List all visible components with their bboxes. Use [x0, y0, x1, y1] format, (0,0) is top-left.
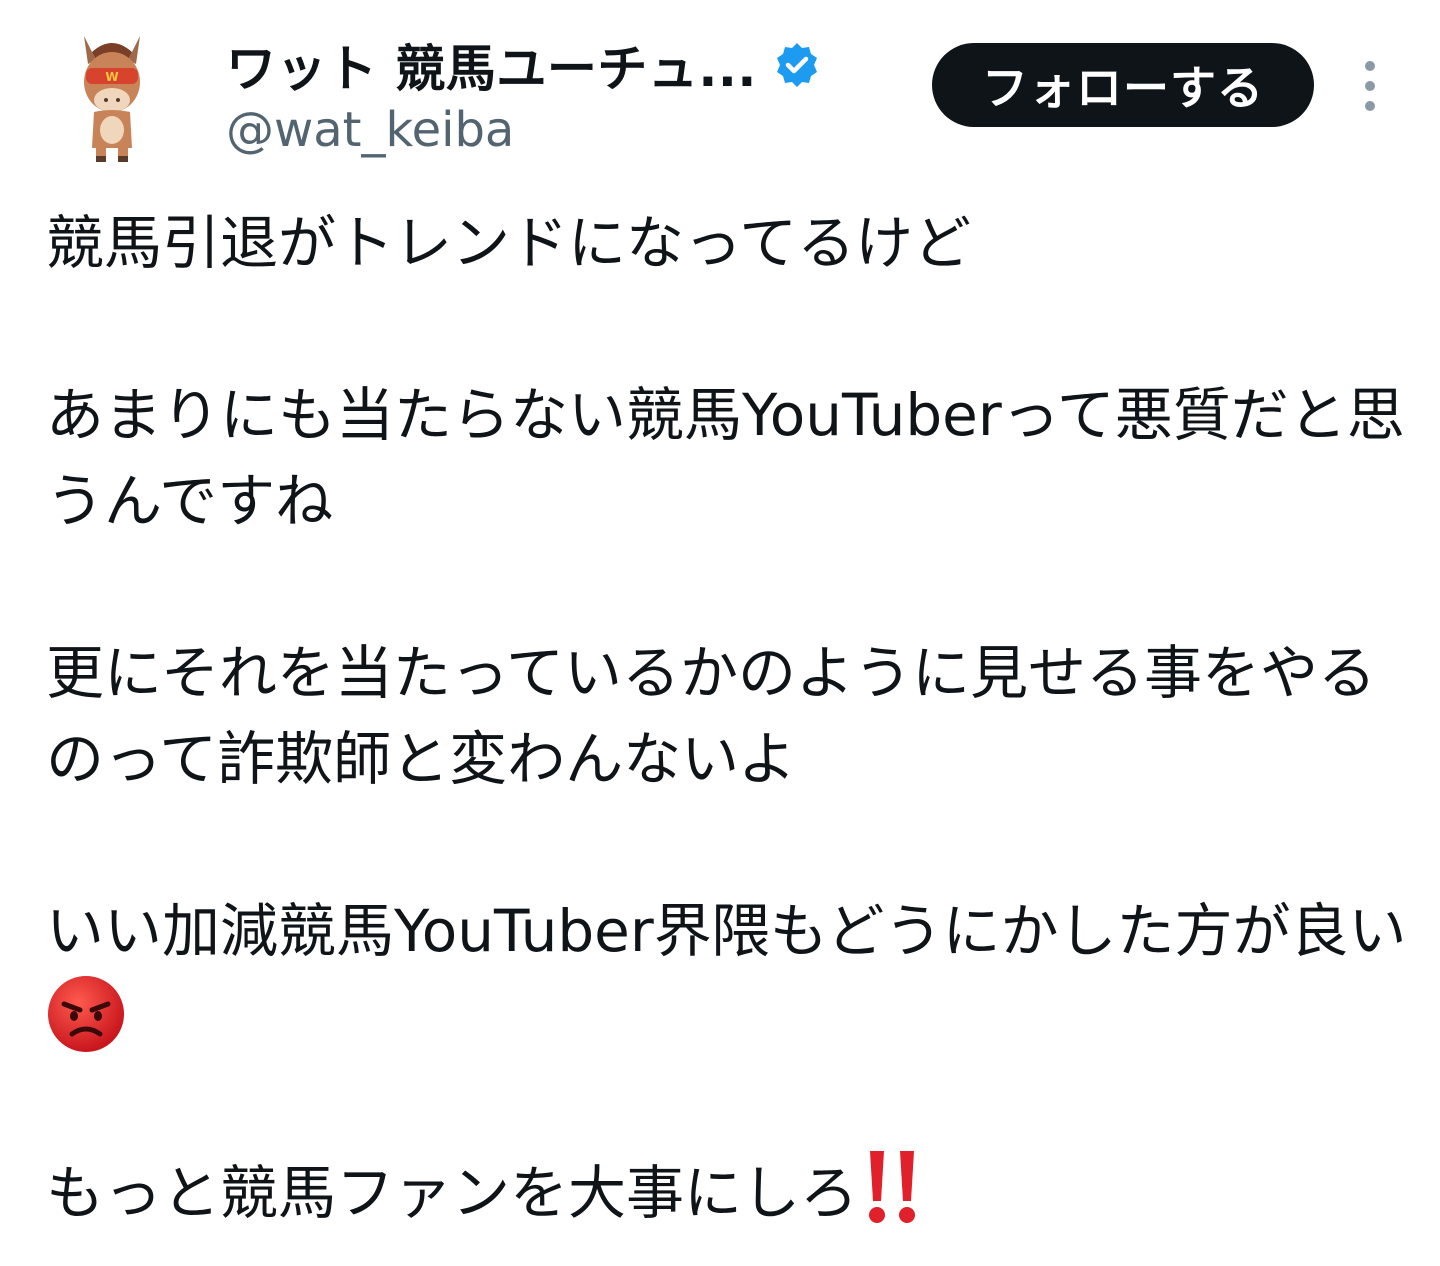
tweet-paragraph-4: いい加減競馬YouTuber界隈もどうにかした方が良い: [46, 888, 1416, 1061]
verified-badge-icon: [776, 43, 817, 87]
author-handle[interactable]: @wat_keiba: [226, 102, 514, 158]
paragraph-text: 更にそれを当たっているかのように見せる事をやるのって詐欺師と変わんないよ: [46, 639, 1376, 793]
double-exclamation-emoji-icon: [869, 1151, 916, 1223]
tweet-paragraph-3: 更にそれを当たっているかのように見せる事をやるのって詐欺師と変わんないよ: [46, 630, 1416, 802]
paragraph-text: もっと競馬ファンを大事にしろ: [46, 1159, 859, 1227]
paragraph-text: いい加減競馬YouTuber界隈もどうにかした方が良い: [46, 897, 1407, 965]
follow-button[interactable]: フォローする: [932, 43, 1314, 127]
tweet-text: 競馬引退がトレンドになってるけど あまりにも当たらない競馬YouTuberって悪…: [46, 200, 1416, 1236]
author-display-name[interactable]: ワット 競馬ユーチュ...: [226, 29, 757, 101]
paragraph-text: あまりにも当たらない競馬YouTuberって悪質だと思うんですね: [46, 381, 1405, 535]
tweet-paragraph-5: もっと競馬ファンを大事にしろ: [46, 1147, 1416, 1236]
svg-text:W: W: [105, 70, 118, 84]
paragraph-text: 競馬引退がトレンドになってるけど: [46, 209, 972, 277]
tweet-header: W ワット 競馬ユーチュ... @wat_keiba フォローする: [0, 0, 1440, 180]
avatar[interactable]: W: [62, 30, 188, 166]
pouting-face-emoji-icon: [48, 976, 124, 1052]
author-name-row[interactable]: ワット 競馬ユーチュ...: [226, 32, 821, 98]
more-vertical-icon[interactable]: [1352, 58, 1388, 114]
tweet-paragraph-1: 競馬引退がトレンドになってるけど: [46, 200, 1416, 286]
horse-mascot-avatar-icon: W: [84, 36, 140, 162]
tweet-paragraph-2: あまりにも当たらない競馬YouTuberって悪質だと思うんですね: [46, 372, 1416, 544]
